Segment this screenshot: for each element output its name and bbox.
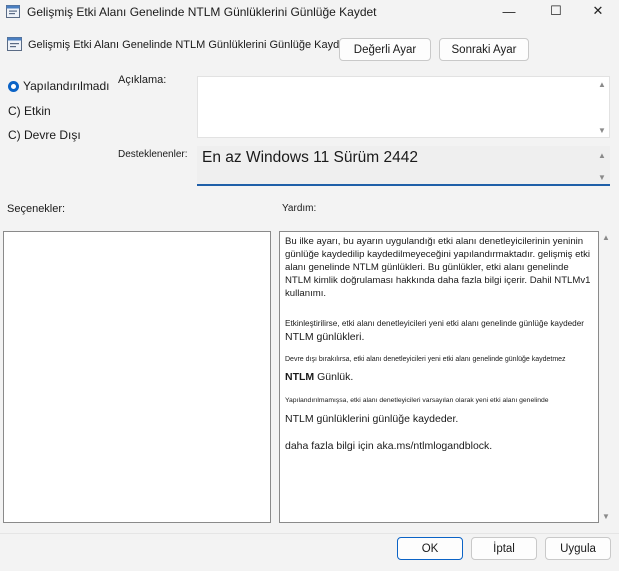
- close-button[interactable]: ✕: [576, 0, 619, 22]
- footer-divider: [0, 533, 619, 534]
- down-arrow-icon[interactable]: ▼: [600, 512, 612, 521]
- policy-icon: [6, 5, 20, 18]
- radio-label: Yapılandırılmadı: [23, 79, 110, 93]
- next-setting-button[interactable]: Sonraki Ayar: [439, 38, 529, 61]
- radio-label: C) Etkin: [8, 104, 51, 118]
- up-arrow-icon[interactable]: ▲: [596, 80, 608, 89]
- help-paragraph-3: NTLM Günlük.: [285, 370, 595, 384]
- options-label: Seçenekler:: [7, 203, 66, 215]
- window-title: Gelişmiş Etki Alanı Genelinde NTLM Günlü…: [27, 5, 377, 19]
- policy-icon: [7, 37, 22, 51]
- help-paragraph-3a: Devre dışı bırakılırsa, etki alanı denet…: [285, 356, 566, 363]
- cancel-button[interactable]: İptal: [471, 537, 537, 560]
- supported-value: En az Windows 11 Sürüm 2442: [202, 149, 418, 166]
- apply-button[interactable]: Uygula: [545, 537, 611, 560]
- radio-enabled[interactable]: C) Etkin: [8, 104, 51, 118]
- ok-button[interactable]: OK: [397, 537, 463, 560]
- help-label: Yardım:: [282, 203, 317, 214]
- help-paragraph-4b: NTLM günlüklerini günlüğe kaydeder.: [285, 413, 459, 425]
- minimize-button[interactable]: —: [487, 0, 531, 22]
- down-arrow-icon[interactable]: ▼: [596, 126, 608, 135]
- help-paragraph-5: daha fazla bilgi için aka.ms/ntlmlogandb…: [285, 440, 493, 452]
- maximize-button[interactable]: ☐: [534, 0, 578, 22]
- supported-label: Desteklenenler:: [118, 149, 188, 160]
- options-panel[interactable]: [3, 231, 271, 523]
- comment-textarea[interactable]: [197, 76, 610, 138]
- comment-label: Açıklama:: [118, 74, 167, 86]
- help-ntlm-bold: NTLM: [285, 371, 315, 383]
- help-paragraph-4a: Yapılandırılmamışsa, etki alanı denetley…: [285, 397, 549, 404]
- down-arrow-icon[interactable]: ▼: [596, 173, 608, 182]
- help-paragraph-2a: Etkinleştirilirse, etki alanı denetleyic…: [285, 319, 585, 328]
- radio-label: C) Devre Dışı: [8, 128, 81, 142]
- up-arrow-icon[interactable]: ▲: [596, 151, 608, 160]
- radio-not-configured[interactable]: Yapılandırılmadı: [8, 79, 110, 93]
- help-paragraph-2b: NTLM günlükleri.: [285, 331, 365, 343]
- help-paragraph-1: Bu ilke ayarı, bu ayarın uygulandığı etk…: [285, 236, 591, 299]
- policy-title: Gelişmiş Etki Alanı Genelinde NTLM Günlü…: [28, 39, 349, 51]
- help-log-text: Günlük.: [317, 371, 354, 383]
- up-arrow-icon[interactable]: ▲: [600, 233, 612, 242]
- previous-setting-button[interactable]: Değerli Ayar: [339, 38, 431, 61]
- radio-selected-icon: [8, 80, 19, 92]
- radio-disabled[interactable]: C) Devre Dışı: [8, 128, 81, 142]
